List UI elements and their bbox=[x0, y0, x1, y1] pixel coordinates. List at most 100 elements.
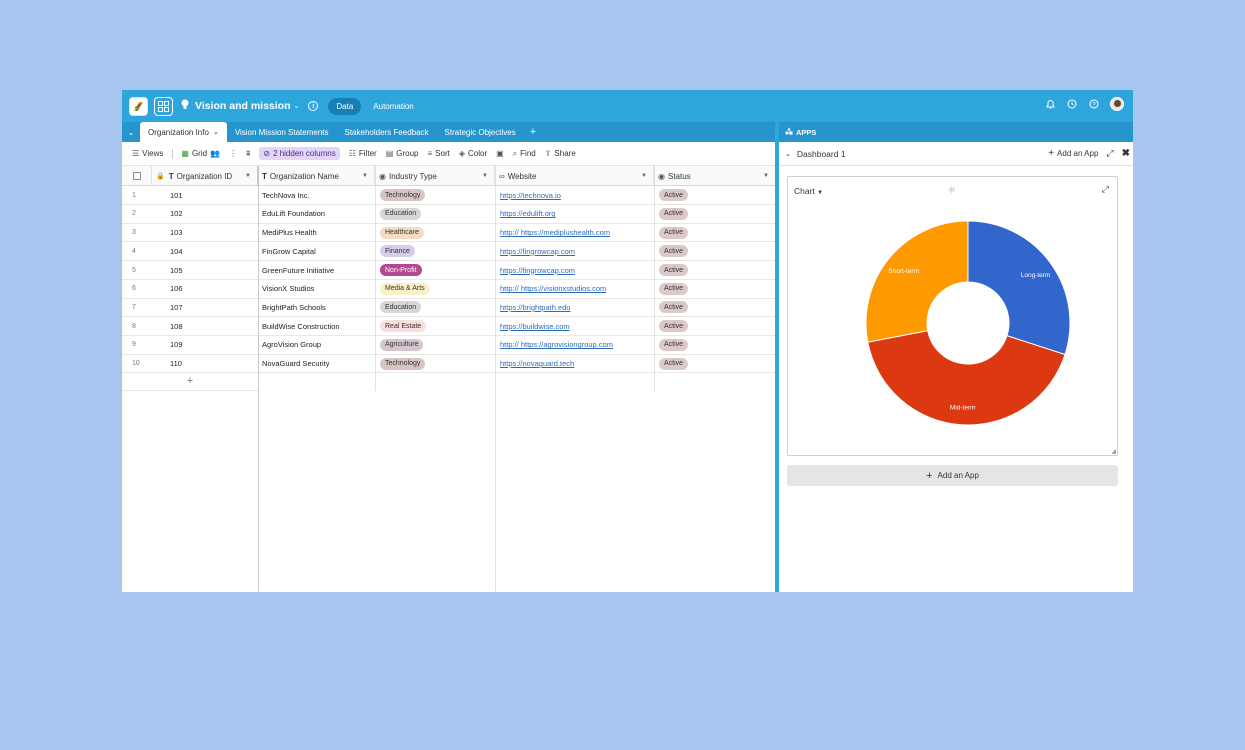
data-tab-button[interactable]: Data bbox=[328, 97, 362, 115]
industry-type-cell[interactable]: Healthcare bbox=[376, 223, 495, 242]
base-title[interactable]: Vision and mission bbox=[195, 100, 291, 112]
table-row[interactable]: 8 108 BuildWise Construction Real Estate htt… bbox=[122, 317, 775, 336]
column-header-website[interactable]: ∞ Website ▼ bbox=[495, 166, 654, 186]
share-button[interactable]: ⇪ Share bbox=[545, 149, 576, 158]
views-button[interactable]: ☰ Views bbox=[132, 149, 163, 158]
sort-button[interactable]: ≡ Sort bbox=[427, 149, 449, 158]
find-button[interactable]: ⌕ Find bbox=[513, 149, 536, 159]
color-button[interactable]: ◈ Color bbox=[459, 149, 487, 158]
industry-type-cell[interactable]: Education bbox=[376, 298, 495, 317]
status-cell[interactable]: Active bbox=[655, 336, 775, 355]
status-cell[interactable]: Active bbox=[655, 317, 775, 336]
website-cell[interactable]: https://fingrowcap.com bbox=[496, 242, 654, 261]
dashboard-name[interactable]: Dashboard 1 bbox=[797, 149, 846, 159]
chevron-down-icon[interactable]: ▼ bbox=[245, 173, 251, 179]
status-cell[interactable]: Active bbox=[655, 298, 775, 317]
organization-name-cell[interactable]: EduLift Foundation bbox=[258, 205, 375, 224]
tables-menu-chevron-icon[interactable]: ⌄ bbox=[122, 122, 140, 142]
table-row[interactable]: 5 105 GreenFuture Initiative Non-Profit http… bbox=[122, 261, 775, 280]
automation-tab-button[interactable]: Automation bbox=[373, 102, 413, 111]
website-cell[interactable]: http:// https://visionxstudios.com bbox=[496, 280, 654, 299]
chevron-down-icon[interactable]: ⌄ bbox=[213, 128, 219, 136]
add-table-icon[interactable]: + bbox=[524, 122, 542, 142]
more-options-icon[interactable]: ⋮ bbox=[229, 149, 237, 158]
organization-id-cell[interactable]: 104 bbox=[166, 242, 258, 261]
tab-organization-info[interactable]: Organization Info ⌄ bbox=[140, 122, 227, 142]
organization-name-cell[interactable]: AgroVision Group bbox=[258, 336, 375, 355]
tab-vision-mission-statements[interactable]: Vision Mission Statements bbox=[227, 122, 337, 142]
fullscreen-icon[interactable]: ⤢ bbox=[1106, 148, 1113, 159]
tab-stakeholders-feedback[interactable]: Stakeholders Feedback bbox=[336, 122, 436, 142]
status-cell[interactable]: Active bbox=[655, 280, 775, 299]
table-row[interactable]: 3 103 MediPlus Health Healthcare http:// htt… bbox=[122, 223, 775, 243]
grid-view-button[interactable]: ▦ Grid 👥 bbox=[181, 149, 220, 158]
website-cell[interactable]: https://brightpath.edu bbox=[496, 298, 654, 317]
user-avatar[interactable] bbox=[1110, 97, 1124, 111]
organization-name-cell[interactable]: NovaGuard Security bbox=[258, 354, 375, 373]
industry-type-cell[interactable]: Finance bbox=[376, 242, 495, 261]
app-logo-icon[interactable] bbox=[129, 96, 148, 116]
status-cell[interactable]: Active bbox=[655, 261, 775, 280]
industry-type-cell[interactable]: Real Estate bbox=[376, 317, 495, 336]
organization-id-cell[interactable]: 107 bbox=[166, 298, 258, 317]
hidden-columns-button[interactable]: ⊘ 2 hidden columns bbox=[259, 147, 340, 160]
add-record-button[interactable]: + bbox=[122, 372, 258, 391]
bell-icon[interactable] bbox=[1044, 98, 1056, 110]
organization-id-cell[interactable]: 109 bbox=[166, 336, 258, 355]
website-cell[interactable]: https://fingrowcap.com bbox=[496, 261, 654, 280]
organization-id-cell[interactable]: 110 bbox=[166, 354, 258, 373]
organization-name-cell[interactable]: GreenFuture Initiative bbox=[258, 261, 375, 280]
table-row[interactable]: 6 106 VisionX Studios Media & Arts http:// h… bbox=[122, 280, 775, 299]
website-link[interactable]: http:// https://mediplushealth.com bbox=[500, 228, 610, 237]
website-link[interactable]: https://edulift.org bbox=[500, 209, 555, 218]
help-icon[interactable]: ? bbox=[1088, 98, 1100, 110]
organization-name-cell[interactable]: BrightPath Schools bbox=[258, 298, 375, 317]
table-row[interactable]: 1 101 TechNova Inc. Technology https://techn… bbox=[122, 186, 775, 205]
table-row[interactable]: 7 107 BrightPath Schools Education https://b… bbox=[122, 298, 775, 318]
website-link[interactable]: https://buildwise.com bbox=[500, 322, 570, 331]
website-cell[interactable]: https://buildwise.com bbox=[496, 317, 654, 336]
organization-id-cell[interactable]: 105 bbox=[166, 261, 258, 280]
organization-id-cell[interactable]: 102 bbox=[166, 205, 258, 224]
organization-name-cell[interactable]: VisionX Studios bbox=[258, 280, 375, 299]
organization-name-cell[interactable]: TechNova Inc. bbox=[258, 186, 375, 205]
industry-type-cell[interactable]: Technology bbox=[376, 354, 495, 373]
website-cell[interactable]: https://technova.io bbox=[496, 186, 654, 205]
select-all-checkbox[interactable] bbox=[122, 166, 152, 186]
organization-name-cell[interactable]: FinGrow Capital bbox=[258, 242, 375, 261]
tab-strategic-objectives[interactable]: Strategic Objectives bbox=[437, 122, 524, 142]
organization-id-cell[interactable]: 103 bbox=[166, 223, 258, 242]
website-link[interactable]: https://novaguard.tech bbox=[500, 359, 574, 368]
website-link[interactable]: https://brightpath.edu bbox=[500, 303, 570, 312]
filter-button[interactable]: ☷ Filter bbox=[349, 149, 377, 158]
column-header-organization-name[interactable]: T Organization Name ▼ bbox=[258, 166, 375, 186]
organization-name-cell[interactable]: BuildWise Construction bbox=[258, 317, 375, 336]
website-link[interactable]: http:// https://agrovisiongroup.com bbox=[500, 340, 613, 349]
column-header-status[interactable]: ◉ Status ▼ bbox=[654, 166, 775, 186]
table-row[interactable]: 10 110 NovaGuard Security Technology https:/… bbox=[122, 354, 775, 374]
column-header-organization-id[interactable]: 🔒 T Organization ID ▼ bbox=[152, 166, 258, 186]
chevron-down-icon[interactable]: ⌄ bbox=[785, 150, 791, 158]
table-row[interactable]: 4 104 FinGrow Capital Finance https://fingro… bbox=[122, 242, 775, 262]
website-link[interactable]: https://fingrowcap.com bbox=[500, 247, 575, 256]
row-height-icon[interactable]: ⩩ bbox=[246, 149, 250, 159]
website-link[interactable]: http:// https://visionxstudios.com bbox=[500, 284, 606, 293]
group-button[interactable]: ▤ Group bbox=[386, 149, 419, 158]
chevron-down-icon[interactable]: ▼ bbox=[763, 173, 769, 179]
website-link[interactable]: https://technova.io bbox=[500, 191, 561, 200]
table-row[interactable]: 2 102 EduLift Foundation Education https://e… bbox=[122, 205, 775, 224]
donut-slice-long-term[interactable] bbox=[967, 220, 1071, 356]
organization-name-cell[interactable]: MediPlus Health bbox=[258, 223, 375, 242]
status-cell[interactable]: Active bbox=[655, 354, 775, 373]
close-icon[interactable]: ✖ bbox=[1122, 148, 1130, 159]
website-cell[interactable]: http:// https://agrovisiongroup.com bbox=[496, 336, 654, 355]
industry-type-cell[interactable]: Non-Profit bbox=[376, 261, 495, 280]
website-cell[interactable]: http:// https://mediplushealth.com bbox=[496, 223, 654, 242]
organization-id-cell[interactable]: 101 bbox=[166, 186, 258, 205]
website-cell[interactable]: https://novaguard.tech bbox=[496, 354, 654, 373]
summary-icon[interactable]: ▣ bbox=[496, 149, 504, 158]
organization-id-cell[interactable]: 108 bbox=[166, 317, 258, 336]
table-row[interactable]: 9 109 AgroVision Group Agriculture http:// h… bbox=[122, 336, 775, 355]
add-app-link[interactable]: + Add an App bbox=[1048, 148, 1098, 159]
chevron-down-icon[interactable]: ⌄ bbox=[294, 102, 300, 110]
